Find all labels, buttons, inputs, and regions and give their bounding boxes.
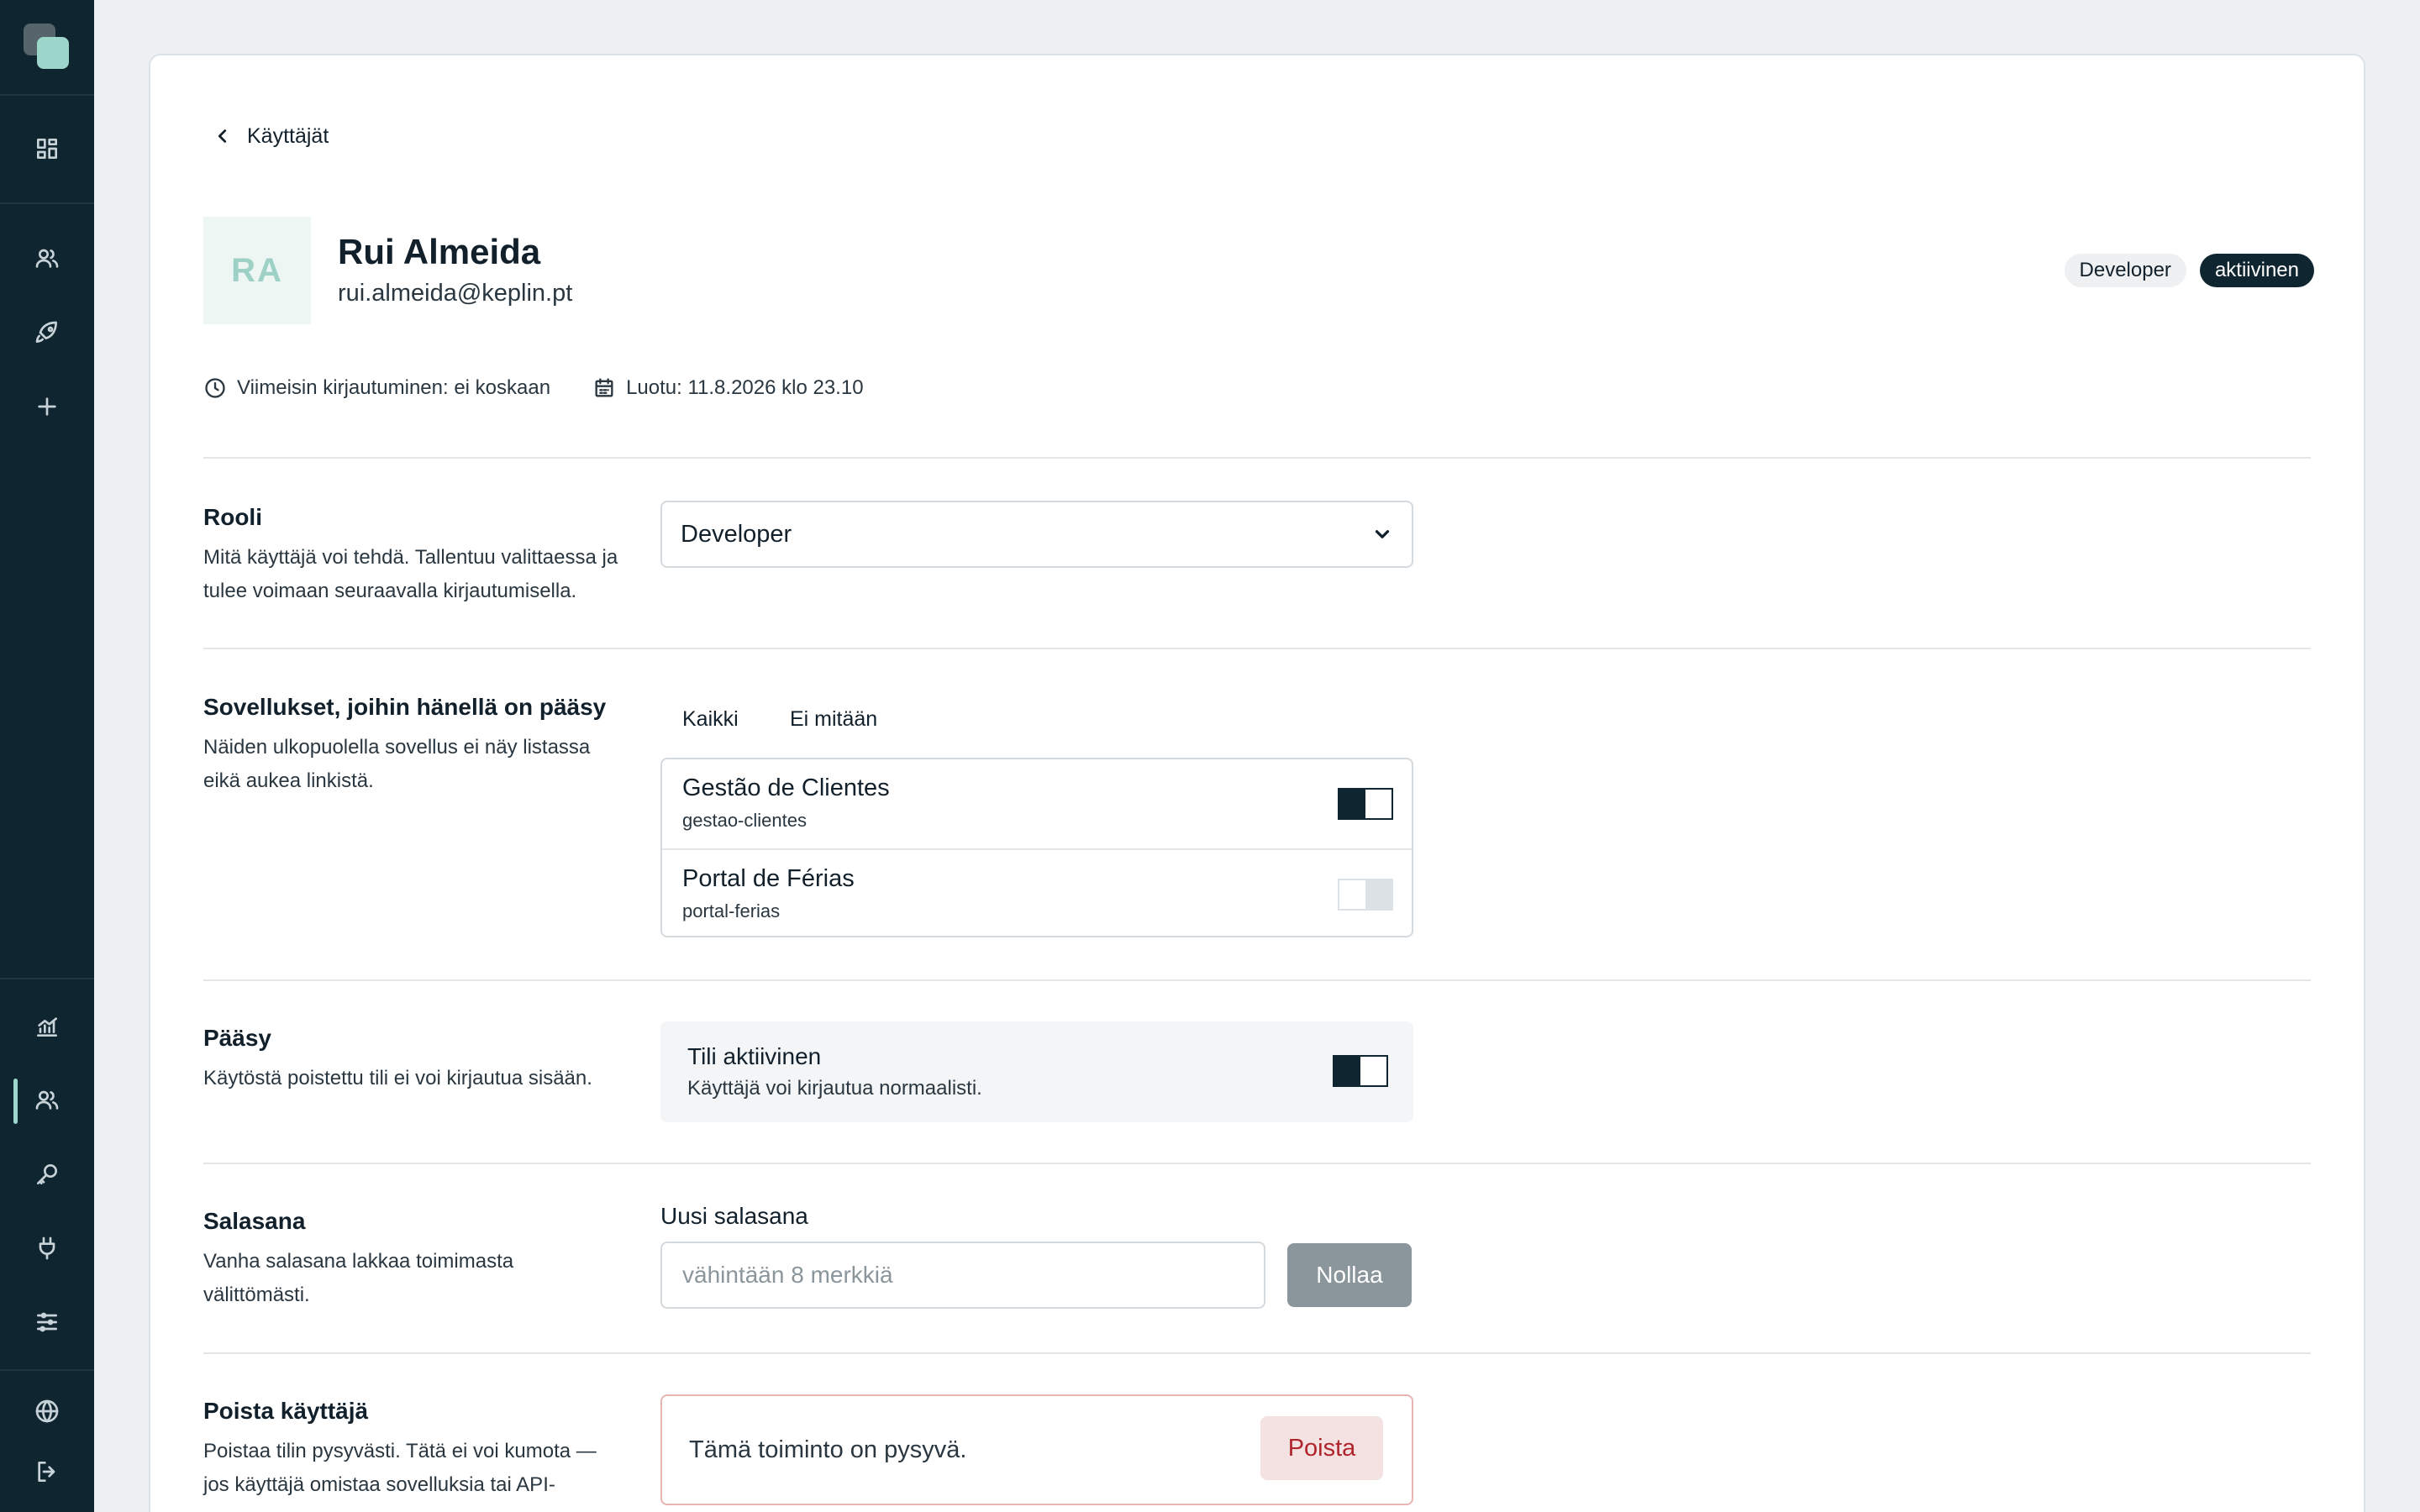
users-active-icon[interactable] — [30, 1084, 64, 1117]
chevron-left-icon — [218, 129, 227, 143]
app-logo[interactable] — [24, 24, 71, 71]
plus-icon[interactable] — [30, 390, 64, 423]
app-name: Portal de Férias — [682, 865, 855, 892]
delete-danger-box: Tämä toiminto on pysyvä. Poista — [660, 1394, 1413, 1505]
app-slug: gestao-clientes — [682, 810, 807, 831]
clock-icon — [205, 378, 225, 398]
avatar: RA — [203, 217, 311, 324]
calendar-icon — [595, 378, 613, 397]
section-divider — [203, 1163, 2311, 1164]
new-password-label: Uusi salasana — [660, 1203, 808, 1229]
created-at: Luotu: 11.8.2026 klo 23.10 — [592, 376, 864, 400]
app-access-toggle[interactable] — [1338, 879, 1393, 911]
status-badge: aktiivinen — [2199, 254, 2314, 287]
list-item: Gestão de Clientes gestao-clientes — [662, 759, 1412, 850]
delete-title: Poista käyttäjä — [203, 1398, 369, 1424]
user-meta: Viimeisin kirjautuminen: ei koskaan Luot… — [203, 376, 864, 400]
key-icon[interactable] — [30, 1158, 64, 1191]
select-no-apps-button[interactable]: Ei mitään — [790, 702, 877, 737]
account-active-title: Tili aktiivinen — [687, 1043, 822, 1069]
app-slug: portal-ferias — [682, 900, 781, 921]
back-label: Käyttäjät — [247, 123, 329, 148]
analytics-icon[interactable] — [30, 1010, 64, 1043]
list-item: Portal de Férias portal-ferias — [662, 850, 1412, 936]
sidebar-divider — [0, 978, 94, 979]
delete-desc: Poistaa tilin pysyvästi. Tätä ei voi kum… — [203, 1440, 597, 1496]
users-icon[interactable] — [30, 242, 64, 276]
access-title: Pääsy — [203, 1025, 271, 1051]
dashboard-icon[interactable] — [30, 132, 64, 165]
sliders-icon[interactable] — [30, 1305, 64, 1339]
back-to-users-link[interactable]: Käyttäjät — [213, 121, 329, 151]
last-login: Viimeisin kirjautuminen: ei koskaan — [203, 376, 550, 400]
section-divider — [203, 648, 2311, 649]
role-badge: Developer — [2064, 254, 2186, 287]
plug-icon[interactable] — [30, 1231, 64, 1265]
sidebar-divider — [0, 94, 94, 96]
password-title: Salasana — [203, 1208, 306, 1234]
apps-desc: Näiden ulkopuolella sovellus ei näy list… — [203, 736, 591, 792]
section-divider — [203, 979, 2311, 981]
role-desc: Mitä käyttäjä voi tehdä. Tallentuu valit… — [203, 546, 618, 602]
delete-user-button[interactable]: Poista — [1260, 1416, 1383, 1480]
access-desc: Käytöstä poistettu tili ei voi kirjautua… — [203, 1067, 592, 1089]
app-name: Gestão de Clientes — [682, 774, 890, 801]
avatar-initials: RA — [231, 251, 283, 289]
app-list: Gestão de Clientes gestao-clientes Porta… — [660, 758, 1413, 937]
account-active-box: Tili aktiivinen Käyttäjä voi kirjautua n… — [660, 1021, 1413, 1122]
chevron-down-icon — [1375, 530, 1390, 538]
active-nav-indicator — [13, 1079, 18, 1124]
new-password-input[interactable] — [660, 1242, 1265, 1309]
sidebar-divider — [0, 202, 94, 204]
role-select[interactable]: Developer — [660, 501, 1413, 568]
sidebar — [0, 0, 94, 1512]
delete-warning: Tämä toiminto on pysyvä. — [689, 1436, 967, 1463]
reset-password-button[interactable]: Nollaa — [1287, 1243, 1412, 1307]
select-all-apps-button[interactable]: Kaikki — [682, 702, 739, 737]
created-text: Luotu: 11.8.2026 klo 23.10 — [626, 376, 864, 399]
account-active-toggle[interactable] — [1333, 1055, 1388, 1087]
user-name: Rui Almeida — [338, 232, 541, 271]
section-divider — [203, 1352, 2311, 1354]
role-select-value: Developer — [681, 520, 792, 548]
password-desc: Vanha salasana lakkaa toimimasta välittö… — [203, 1250, 514, 1306]
app-access-toggle[interactable] — [1338, 788, 1393, 820]
last-login-text: Viimeisin kirjautuminen: ei koskaan — [237, 376, 551, 399]
logout-icon[interactable] — [30, 1455, 64, 1488]
badges: Developer aktiivinen — [2064, 254, 2314, 287]
account-active-desc: Käyttäjä voi kirjautua normaalisti. — [687, 1077, 982, 1100]
globe-icon[interactable] — [30, 1394, 64, 1428]
role-title: Rooli — [203, 504, 262, 530]
user-email: rui.almeida@keplin.pt — [338, 280, 573, 307]
apps-title: Sovellukset, joihin hänellä on pääsy — [203, 694, 607, 720]
section-divider — [203, 457, 2311, 459]
sidebar-divider — [0, 1369, 94, 1371]
rocket-icon[interactable] — [30, 316, 64, 349]
